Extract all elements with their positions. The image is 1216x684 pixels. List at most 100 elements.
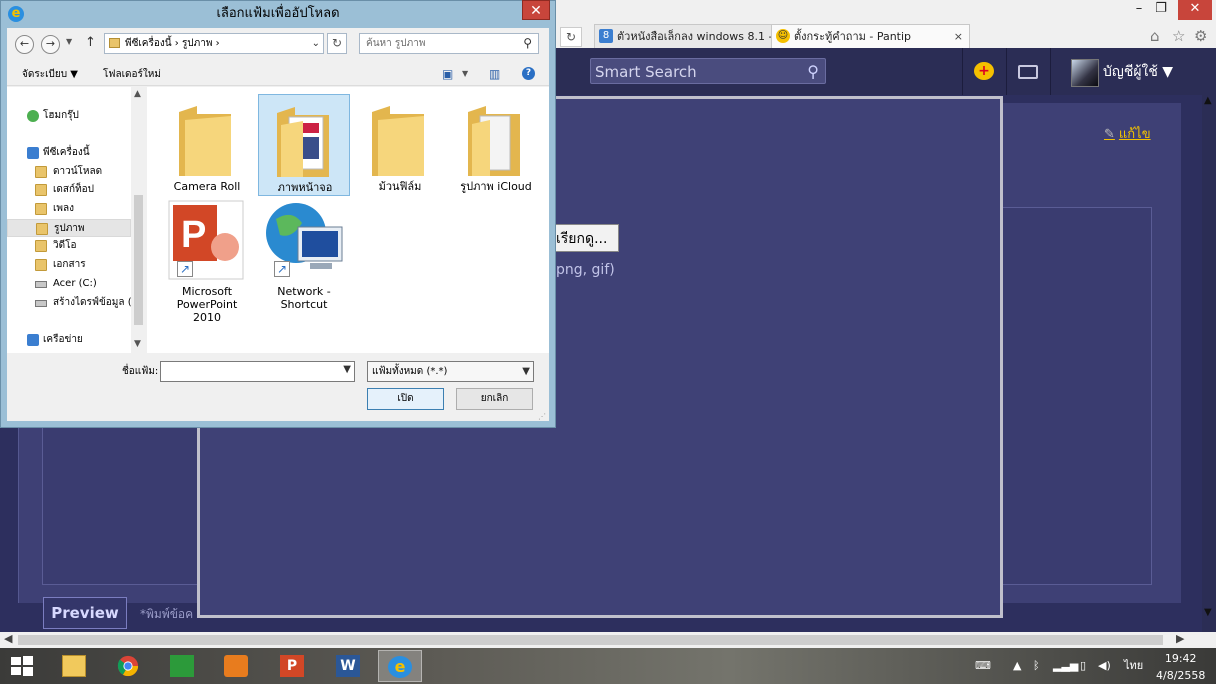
organize-button[interactable]: จัดระเบียบ ▼ xyxy=(22,67,78,82)
desktop-folder-icon xyxy=(35,184,47,196)
vertical-scrollbar[interactable]: ▲ ▼ xyxy=(1202,95,1216,632)
close-window-button[interactable]: ✕ xyxy=(1178,0,1212,20)
chevron-down-icon[interactable]: ▼ xyxy=(343,364,351,375)
file-item-icloud-photos[interactable]: รูปภาพ iCloud xyxy=(450,94,542,196)
forward-button[interactable]: → xyxy=(41,35,60,54)
breadcrumb[interactable]: พีซีเครื่องนี้ › รูปภาพ › xyxy=(125,38,220,49)
notification-icon[interactable]: + xyxy=(974,62,994,80)
scroll-thumb[interactable] xyxy=(18,635,1163,645)
file-item-powerpoint-shortcut[interactable]: P ↗ Microsoft PowerPoint 2010 xyxy=(161,197,253,324)
taskbar-internet-explorer[interactable]: e xyxy=(378,650,422,682)
battery-icon[interactable]: ▯ xyxy=(1080,648,1086,684)
favorites-star-icon[interactable]: ☆ xyxy=(1172,27,1185,45)
scroll-right-icon[interactable]: ▶ xyxy=(1176,632,1184,645)
tab-favicon-icon: 8 xyxy=(599,29,613,43)
scroll-thumb[interactable] xyxy=(134,195,143,325)
file-label: รูปภาพ iCloud xyxy=(460,180,532,193)
clock-time: 19:42 xyxy=(1164,652,1197,665)
folder-icon xyxy=(372,106,424,176)
tray-overflow-icon[interactable]: ▲ xyxy=(1013,648,1021,684)
file-item-screenshots[interactable]: ภาพหน้าจอ xyxy=(258,94,350,196)
header-divider xyxy=(1050,48,1051,95)
cancel-button[interactable]: ยกเลิก xyxy=(456,388,533,410)
preview-button[interactable]: Preview xyxy=(43,597,127,629)
view-options-chevron-icon[interactable]: ▼ xyxy=(462,69,468,78)
recent-locations-icon[interactable]: ▼ xyxy=(66,37,72,46)
nav-item-label: สร้างไดรฟ์ข้อมูล (D: xyxy=(53,297,143,308)
resize-grip-icon[interactable]: ⋰ xyxy=(538,412,546,421)
chevron-down-icon[interactable]: ⌄ xyxy=(312,34,320,53)
folder-icon xyxy=(277,107,329,177)
change-view-icon[interactable]: ▣ xyxy=(442,67,453,81)
filename-input[interactable]: ▼ xyxy=(160,361,355,382)
settings-gear-icon[interactable]: ⚙ xyxy=(1194,27,1207,45)
dialog-close-button[interactable]: ✕ xyxy=(522,0,550,20)
signal-icon[interactable]: ▂▃▅ xyxy=(1053,648,1078,684)
mail-icon[interactable] xyxy=(1018,65,1038,79)
account-menu[interactable]: บัญชีผู้ใช้ ▼ xyxy=(1103,61,1173,83)
bluetooth-icon[interactable]: ᛒ xyxy=(1033,648,1040,684)
folder-icon xyxy=(468,106,520,176)
computer-icon xyxy=(27,147,39,159)
home-icon[interactable]: ⌂ xyxy=(1150,27,1160,45)
restore-button[interactable]: ❐ xyxy=(1148,0,1174,20)
nav-scrollbar[interactable]: ▲ ▼ xyxy=(131,87,147,353)
search-icon[interactable]: ⚲ xyxy=(523,34,532,53)
file-item-camera-roll[interactable]: Camera Roll xyxy=(161,94,253,196)
nav-item-label: เพลง xyxy=(53,203,75,214)
pictures-folder-icon xyxy=(36,223,48,235)
horizontal-scrollbar[interactable]: ◀ ▶ xyxy=(0,632,1216,648)
file-label: ม้วนฟิล์ม xyxy=(378,180,422,193)
taskbar-store[interactable] xyxy=(160,650,204,682)
taskbar-powerpoint[interactable]: P xyxy=(270,650,314,682)
taskbar-video[interactable] xyxy=(214,650,258,682)
keyboard-icon[interactable]: ⌨ xyxy=(975,648,991,684)
drive-icon xyxy=(35,281,47,288)
scroll-down-icon[interactable]: ▼ xyxy=(134,339,141,349)
file-item-film-roll[interactable]: ม้วนฟิล์ม xyxy=(354,94,446,196)
video-icon xyxy=(224,655,248,677)
refresh-button[interactable]: ↻ xyxy=(327,33,347,54)
taskbar-chrome[interactable] xyxy=(106,650,150,682)
documents-folder-icon xyxy=(35,259,47,271)
taskbar-word[interactable]: W xyxy=(326,650,370,682)
up-folder-icon[interactable]: ↑ xyxy=(85,35,96,50)
header-divider xyxy=(962,48,963,95)
smart-search-input[interactable]: Smart Search ⚲ xyxy=(590,58,826,84)
volume-icon[interactable]: ◀) xyxy=(1098,648,1111,684)
tab-label: ตัวหนังสือเล็กลง windows 8.1 - ค้น... xyxy=(617,30,794,43)
edit-link[interactable]: ✎ แก้ไข xyxy=(1104,123,1151,144)
internet-explorer-icon: e xyxy=(388,656,412,678)
scroll-up-icon[interactable]: ▲ xyxy=(1204,95,1212,106)
language-indicator[interactable]: ไทย xyxy=(1124,648,1143,684)
chevron-down-icon[interactable]: ▼ xyxy=(522,362,530,381)
open-button[interactable]: เปิด xyxy=(367,388,444,410)
avatar[interactable] xyxy=(1071,59,1099,87)
scroll-up-icon[interactable]: ▲ xyxy=(134,89,141,99)
videos-folder-icon xyxy=(35,240,47,252)
dialog-search-input[interactable]: ค้นหา รูปภาพ ⚲ xyxy=(359,33,539,54)
start-button[interactable] xyxy=(10,655,34,677)
navigation-pane: โฮมกรุ๊ป พีซีเครื่องนี้ ดาวน์โหลด เดสก์ท… xyxy=(7,87,147,353)
back-button[interactable]: ← xyxy=(15,35,34,54)
taskbar-file-explorer[interactable] xyxy=(52,650,96,682)
clock[interactable]: 19:42 4/8/2558 xyxy=(1156,652,1205,683)
nav-item-pictures[interactable]: รูปภาพ xyxy=(7,219,131,237)
pantip-favicon-icon: ☺ xyxy=(776,29,790,43)
scroll-left-icon[interactable]: ◀ xyxy=(4,632,12,645)
file-list: Camera Roll ภาพหน้าจอ ม้วนฟิล์ม รูปภาพ i… xyxy=(147,87,549,353)
filetype-select[interactable]: แฟ้มทั้งหมด (*.*) ▼ xyxy=(367,361,534,382)
new-folder-button[interactable]: โฟลเดอร์ใหม่ xyxy=(103,67,161,82)
scroll-down-icon[interactable]: ▼ xyxy=(1204,607,1212,618)
edit-link-label: แก้ไข xyxy=(1118,127,1151,142)
browse-button[interactable]: เรียกดู... xyxy=(547,224,619,252)
address-bar[interactable]: พีซีเครื่องนี้ › รูปภาพ › ⌄ xyxy=(104,33,324,54)
tab-close-icon[interactable]: × xyxy=(954,25,963,48)
file-item-network-shortcut[interactable]: ↗ Network - Shortcut xyxy=(258,197,350,315)
search-icon[interactable]: ⚲ xyxy=(807,59,819,85)
tab-windows-search[interactable]: 8 ตัวหนังสือเล็กลง windows 8.1 - ค้น... xyxy=(594,24,794,48)
tab-pantip[interactable]: ☺ ตั้งกระทู้คำถาม - Pantip × xyxy=(771,24,970,48)
help-icon[interactable]: ? xyxy=(522,67,535,80)
preview-pane-icon[interactable]: ▥ xyxy=(489,67,500,81)
search-placeholder: ค้นหา รูปภาพ xyxy=(366,38,426,49)
